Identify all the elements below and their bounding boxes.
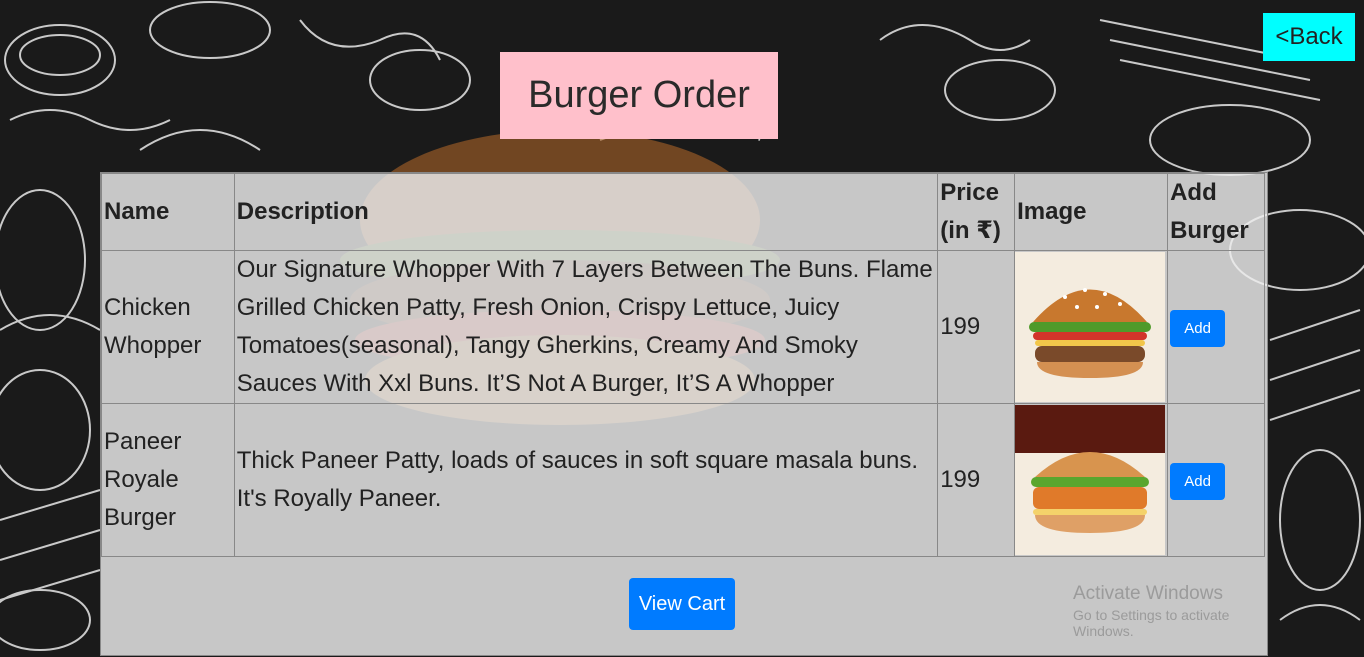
burger-image-cell: [1014, 250, 1169, 404]
page-title: Burger Order: [500, 52, 778, 139]
burger-photo-icon: [1015, 252, 1166, 402]
view-cart-button[interactable]: View Cart: [629, 578, 735, 630]
watermark-subtitle: Go to Settings to activate Windows.: [1073, 607, 1230, 639]
burger-image-cell: [1014, 403, 1169, 557]
burger-photo-icon: [1015, 405, 1166, 555]
watermark-title: Activate Windows: [1073, 583, 1223, 604]
table-row: Chicken Whopper Our Signature Whopper Wi…: [101, 250, 1265, 404]
burger-table: Name Description Price (in ₹) Image Add …: [101, 173, 1265, 557]
header-image: Image: [1014, 173, 1169, 251]
burger-price: 199: [937, 403, 1016, 557]
burger-price: 199: [937, 250, 1016, 404]
back-button[interactable]: <Back: [1263, 13, 1355, 61]
table-header-row: Name Description Price (in ₹) Image Add …: [101, 173, 1265, 251]
menu-panel: Name Description Price (in ₹) Image Add …: [100, 172, 1268, 656]
add-cell: Add: [1167, 403, 1265, 557]
header-name: Name: [101, 173, 235, 251]
burger-name: Paneer Royale Burger: [101, 403, 235, 557]
burger-description: Thick Paneer Patty, loads of sauces in s…: [233, 403, 939, 557]
header-add-burger: Add Burger: [1167, 173, 1265, 251]
activate-windows-watermark: Activate Windows Go to Settings to activ…: [1073, 583, 1267, 639]
table-row: Paneer Royale Burger Thick Paneer Patty,…: [101, 403, 1265, 557]
burger-name: Chicken Whopper: [101, 250, 235, 404]
add-burger-button[interactable]: Add: [1170, 463, 1226, 500]
header-price: Price (in ₹): [937, 173, 1016, 251]
header-description: Description: [233, 173, 939, 251]
add-cell: Add: [1167, 250, 1265, 404]
add-burger-button[interactable]: Add: [1170, 310, 1226, 347]
burger-description: Our Signature Whopper With 7 Layers Betw…: [233, 250, 939, 404]
